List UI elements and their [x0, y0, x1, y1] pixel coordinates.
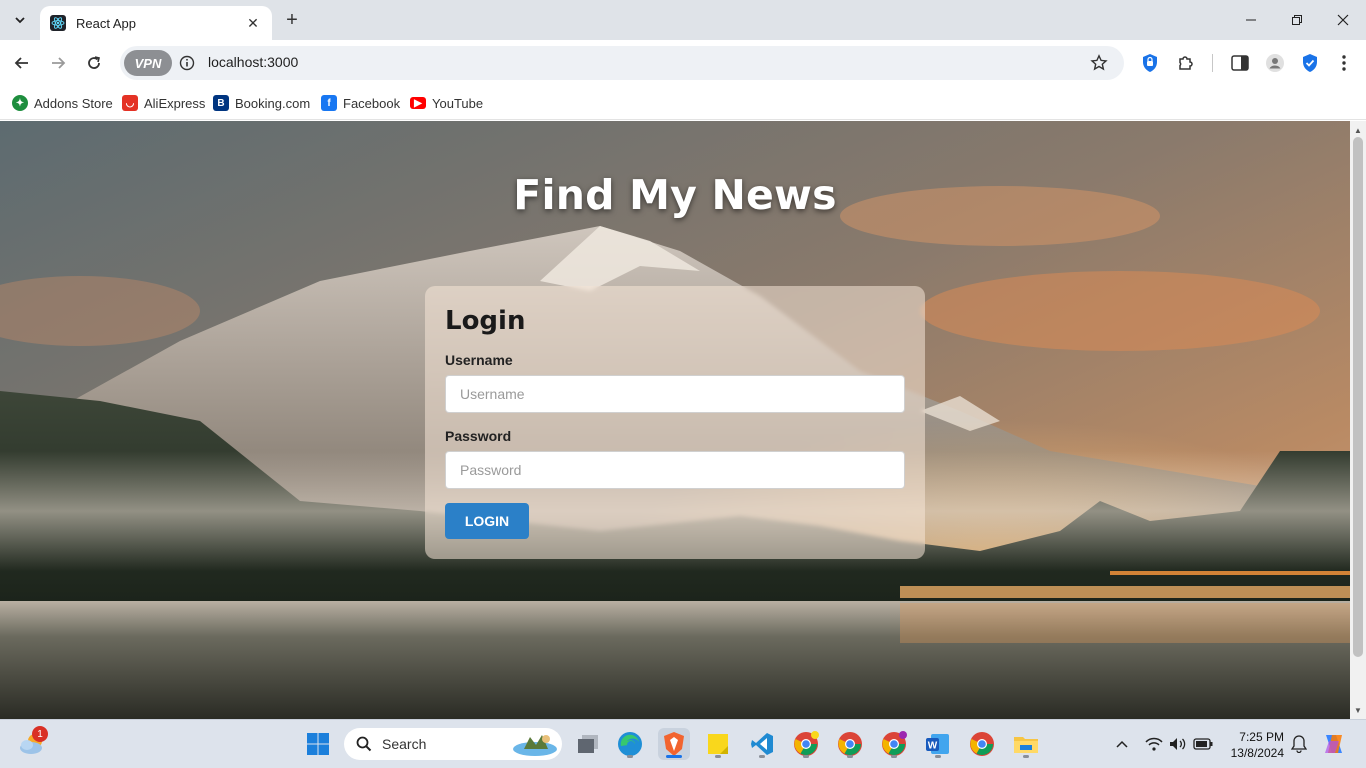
login-card: Login Username Password LOGIN [425, 286, 925, 559]
url-text[interactable]: localhost:3000 [208, 54, 298, 70]
facebook-icon: f [321, 95, 337, 111]
chrome-icon[interactable] [966, 728, 998, 760]
tab-search-chevron-icon[interactable] [6, 6, 34, 34]
shield-extension-icon[interactable] [1138, 51, 1162, 75]
clock-time: 7:25 PM [1239, 730, 1284, 744]
scroll-down-arrow-icon[interactable]: ▼ [1350, 703, 1366, 717]
bookmark-booking[interactable]: B Booking.com [213, 92, 310, 114]
sticky-notes-icon[interactable] [702, 728, 734, 760]
bookmark-label: Facebook [343, 95, 401, 111]
active-indicator [666, 755, 682, 758]
bookmark-addons-store[interactable]: ✦ Addons Store [12, 92, 113, 114]
file-explorer-icon[interactable] [1010, 728, 1042, 760]
word-icon[interactable]: W [922, 728, 954, 760]
login-button[interactable]: LOGIN [445, 503, 529, 539]
reload-icon[interactable] [80, 49, 108, 77]
react-favicon-icon [50, 15, 66, 31]
windows-taskbar: 1 Search W 7:25 PM 13/8/2024 [0, 719, 1366, 768]
password-label: Password [445, 428, 512, 444]
bookmark-star-icon[interactable] [1088, 52, 1110, 74]
search-icon [356, 736, 372, 752]
page-viewport: Find My News Login Username Password LOG… [0, 121, 1350, 719]
addons-icon: ✦ [12, 95, 28, 111]
vpn-badge[interactable]: VPN [124, 50, 172, 76]
edge-browser-icon[interactable] [614, 728, 646, 760]
weather-widget-icon[interactable]: 1 [16, 726, 48, 760]
running-indicator [803, 755, 809, 758]
search-label: Search [382, 736, 427, 752]
back-arrow-icon[interactable] [8, 49, 36, 77]
shield-check-icon[interactable] [1298, 51, 1322, 75]
username-label: Username [445, 352, 513, 368]
bookmark-label: Addons Store [34, 95, 113, 111]
profile-avatar-icon[interactable] [1263, 51, 1287, 75]
extensions-puzzle-icon[interactable] [1174, 51, 1198, 75]
wifi-icon[interactable] [1142, 728, 1166, 760]
bookmark-youtube[interactable]: ▶ YouTube [410, 92, 483, 114]
side-panel-icon[interactable] [1228, 51, 1252, 75]
windows-start-icon[interactable] [302, 728, 334, 760]
running-indicator [627, 755, 633, 758]
address-bar[interactable]: VPN localhost:3000 [120, 46, 1124, 80]
browser-toolbar: VPN localhost:3000 [0, 40, 1366, 86]
bookmark-facebook[interactable]: f Facebook [321, 92, 400, 114]
bookmark-label: Booking.com [235, 95, 311, 111]
running-indicator [935, 755, 941, 758]
restore-button[interactable] [1274, 0, 1320, 40]
notifications-bell-icon[interactable] [1288, 728, 1310, 760]
taskbar-search-box[interactable]: Search [344, 728, 562, 760]
bookmark-label: AliExpress [144, 95, 206, 111]
youtube-icon: ▶ [410, 97, 426, 109]
running-indicator [759, 755, 765, 758]
vscode-icon[interactable] [746, 728, 778, 760]
bookmark-aliexpress[interactable]: ◡ AliExpress [122, 92, 205, 114]
scroll-up-arrow-icon[interactable]: ▲ [1350, 123, 1366, 137]
tab-strip: React App ✕ + [0, 0, 1366, 40]
site-info-icon[interactable] [178, 54, 196, 72]
scroll-thumb[interactable] [1353, 137, 1363, 657]
chrome-profile-2-icon[interactable] [834, 728, 866, 760]
copilot-icon[interactable] [1318, 728, 1350, 760]
running-indicator [847, 755, 853, 758]
clock[interactable]: 7:25 PM 13/8/2024 [1226, 729, 1284, 761]
task-view-icon[interactable] [572, 728, 604, 760]
login-heading: Login [445, 306, 526, 336]
tray-overflow-chevron-icon[interactable] [1110, 728, 1134, 760]
tab-title: React App [76, 15, 136, 31]
bookmark-label: YouTube [432, 95, 484, 111]
forward-arrow-icon[interactable] [44, 49, 72, 77]
battery-icon[interactable] [1190, 728, 1216, 760]
minimize-button[interactable] [1228, 0, 1274, 40]
running-indicator [891, 755, 897, 758]
chrome-profile-1-icon[interactable] [790, 728, 822, 760]
search-highlight-icon [513, 735, 557, 756]
bookmarks-bar: ✦ Addons Store ◡ AliExpress B Booking.co… [0, 86, 1366, 120]
running-indicator [1023, 755, 1029, 758]
brave-browser-icon[interactable] [658, 728, 690, 760]
clock-date: 13/8/2024 [1230, 746, 1284, 760]
toolbar-divider [1212, 54, 1213, 72]
page-scrollbar[interactable]: ▲ ▼ [1350, 121, 1366, 719]
tab-close-icon[interactable]: ✕ [244, 14, 262, 32]
booking-icon: B [213, 95, 229, 111]
username-input[interactable] [445, 375, 905, 413]
menu-kebab-icon[interactable] [1332, 51, 1356, 75]
volume-icon[interactable] [1166, 728, 1190, 760]
aliexpress-icon: ◡ [122, 95, 138, 111]
svg-text:W: W [928, 741, 938, 752]
new-tab-button[interactable]: + [280, 8, 304, 32]
close-window-button[interactable] [1320, 0, 1366, 40]
running-indicator [715, 755, 721, 758]
weather-badge: 1 [32, 726, 48, 742]
app-title: Find My News [513, 171, 837, 219]
chrome-profile-3-icon[interactable] [878, 728, 910, 760]
active-tab[interactable]: React App ✕ [40, 6, 272, 40]
password-input[interactable] [445, 451, 905, 489]
